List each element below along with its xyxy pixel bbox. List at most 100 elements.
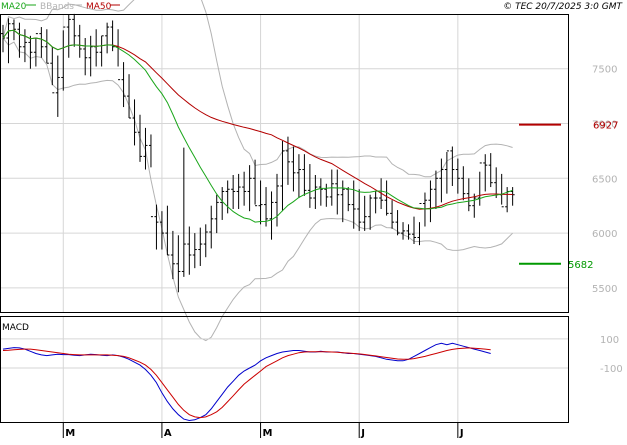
ohlc-bar bbox=[116, 29, 121, 81]
target-label: 6927 bbox=[593, 121, 618, 132]
ohlc-bar bbox=[439, 158, 444, 203]
ohlc-bar bbox=[373, 191, 378, 214]
ohlc-bar bbox=[132, 99, 137, 146]
ohlc-bar bbox=[127, 74, 132, 119]
ohlc-bar bbox=[6, 18, 11, 64]
ohlc-bar bbox=[138, 114, 142, 162]
ohlc-bar bbox=[44, 29, 49, 64]
x-axis: MAMJJ bbox=[62, 422, 464, 439]
macd-grid bbox=[1, 317, 568, 422]
ohlc-bar bbox=[77, 24, 82, 58]
macd-title: MACD bbox=[2, 323, 29, 333]
ohlc-bar bbox=[88, 35, 93, 77]
ohlc-bar bbox=[11, 19, 16, 41]
ohlc-bar bbox=[72, 13, 77, 47]
ohlc-bar bbox=[384, 180, 389, 216]
ohlc-bar bbox=[313, 175, 318, 209]
ohlc-bar bbox=[461, 166, 466, 201]
signal-line bbox=[2, 347, 491, 419]
ohlc-bar bbox=[368, 194, 373, 230]
ohlc-bar bbox=[22, 29, 27, 63]
ohlc-bar bbox=[510, 187, 515, 206]
ohlc-bar bbox=[417, 203, 422, 246]
ohlc-bar bbox=[253, 159, 258, 207]
ohlc-bar bbox=[203, 224, 208, 258]
ohlc-bar bbox=[39, 27, 44, 58]
ohlc-bar bbox=[209, 205, 214, 249]
x-tick-label: M bbox=[263, 428, 273, 439]
ohlc-bar bbox=[450, 146, 455, 186]
ohlc-bar bbox=[346, 187, 351, 212]
ohlc-bar bbox=[143, 127, 148, 170]
ohlc-bar bbox=[291, 146, 296, 192]
macd-tick-label: 100 bbox=[600, 335, 619, 346]
copyright-text: © TEC 20/7/2025 3:0 GMT bbox=[503, 2, 623, 12]
ohlc-bar bbox=[357, 189, 362, 231]
ohlc-bar bbox=[99, 35, 104, 67]
x-tick-label: J bbox=[459, 428, 464, 439]
macd-tick-label: -100 bbox=[600, 364, 623, 375]
ohlc-bar bbox=[28, 35, 33, 69]
ohlc-bar bbox=[247, 165, 252, 212]
ohlc-bar bbox=[433, 170, 438, 209]
macd-panel: 100 -100 MACD bbox=[0, 316, 623, 423]
ohlc-bar bbox=[66, 15, 71, 58]
x-tick-label: M bbox=[65, 428, 75, 439]
ohlc-bar bbox=[302, 154, 307, 196]
price-panel: 55006000650070007500 69275682 bbox=[0, 0, 618, 342]
ohlc-bar bbox=[231, 175, 236, 209]
price-tick-label: 5500 bbox=[592, 284, 617, 295]
ohlc-bar bbox=[455, 158, 460, 194]
ohlc-bar bbox=[390, 200, 395, 229]
ohlc-bar bbox=[499, 173, 504, 208]
ohlc-bar bbox=[94, 29, 99, 67]
ohlc-bar bbox=[428, 180, 433, 223]
ohlc-bar bbox=[318, 178, 323, 206]
price-axis: 55006000650070007500 bbox=[592, 65, 617, 295]
price-tick-label: 6500 bbox=[592, 174, 617, 185]
price-bars bbox=[1, 13, 515, 293]
ohlc-bar bbox=[148, 134, 153, 218]
ohlc-bar bbox=[466, 178, 471, 212]
ohlc-bar bbox=[187, 226, 192, 275]
ohlc-bar bbox=[340, 180, 345, 223]
ohlc-bar bbox=[236, 173, 241, 209]
ohlc-bar bbox=[406, 224, 411, 240]
ohlc-bar bbox=[242, 171, 247, 206]
legend-ma20-label: MA20 bbox=[1, 2, 27, 12]
ohlc-bar bbox=[505, 187, 510, 213]
ohlc-bar bbox=[220, 187, 225, 220]
chart-canvas: MA20 BBands MA50 © TEC 20/7/2025 3:0 GMT… bbox=[0, 0, 624, 439]
ohlc-bar bbox=[324, 183, 329, 207]
ohlc-bar bbox=[395, 210, 400, 236]
legend-bbands-label: BBands bbox=[40, 2, 74, 12]
ohlc-bar bbox=[488, 153, 493, 188]
ohlc-bar bbox=[83, 38, 88, 76]
ohlc-bar bbox=[422, 192, 427, 227]
ohlc-bar bbox=[181, 147, 186, 277]
ohlc-bar bbox=[61, 26, 66, 91]
ohlc-bar bbox=[214, 194, 219, 234]
macd-lines bbox=[2, 342, 491, 422]
ohlc-bar bbox=[483, 154, 488, 192]
target-label: 5682 bbox=[568, 260, 593, 271]
ohlc-bar bbox=[1, 24, 5, 53]
ohlc-bar bbox=[258, 180, 263, 225]
ohlc-bar bbox=[335, 169, 340, 215]
chart-header: MA20 BBands MA50 © TEC 20/7/2025 3:0 GMT bbox=[1, 2, 624, 12]
ohlc-bar bbox=[275, 173, 279, 227]
x-tick-label: J bbox=[360, 428, 365, 439]
ohlc-bar bbox=[296, 154, 301, 199]
ohlc-bar bbox=[55, 55, 60, 117]
ohlc-bar bbox=[444, 150, 449, 194]
x-tick-label: A bbox=[164, 428, 172, 439]
ohlc-bar bbox=[280, 141, 285, 212]
ohlc-bar bbox=[494, 167, 499, 199]
ohlc-bar bbox=[401, 222, 406, 240]
ohlc-bar bbox=[159, 211, 164, 250]
macd-axis: 100 -100 bbox=[600, 335, 623, 375]
ohlc-bar bbox=[176, 235, 181, 293]
ohlc-bar bbox=[362, 195, 367, 231]
ohlc-bar bbox=[307, 164, 312, 208]
price-tick-label: 6000 bbox=[592, 229, 617, 240]
